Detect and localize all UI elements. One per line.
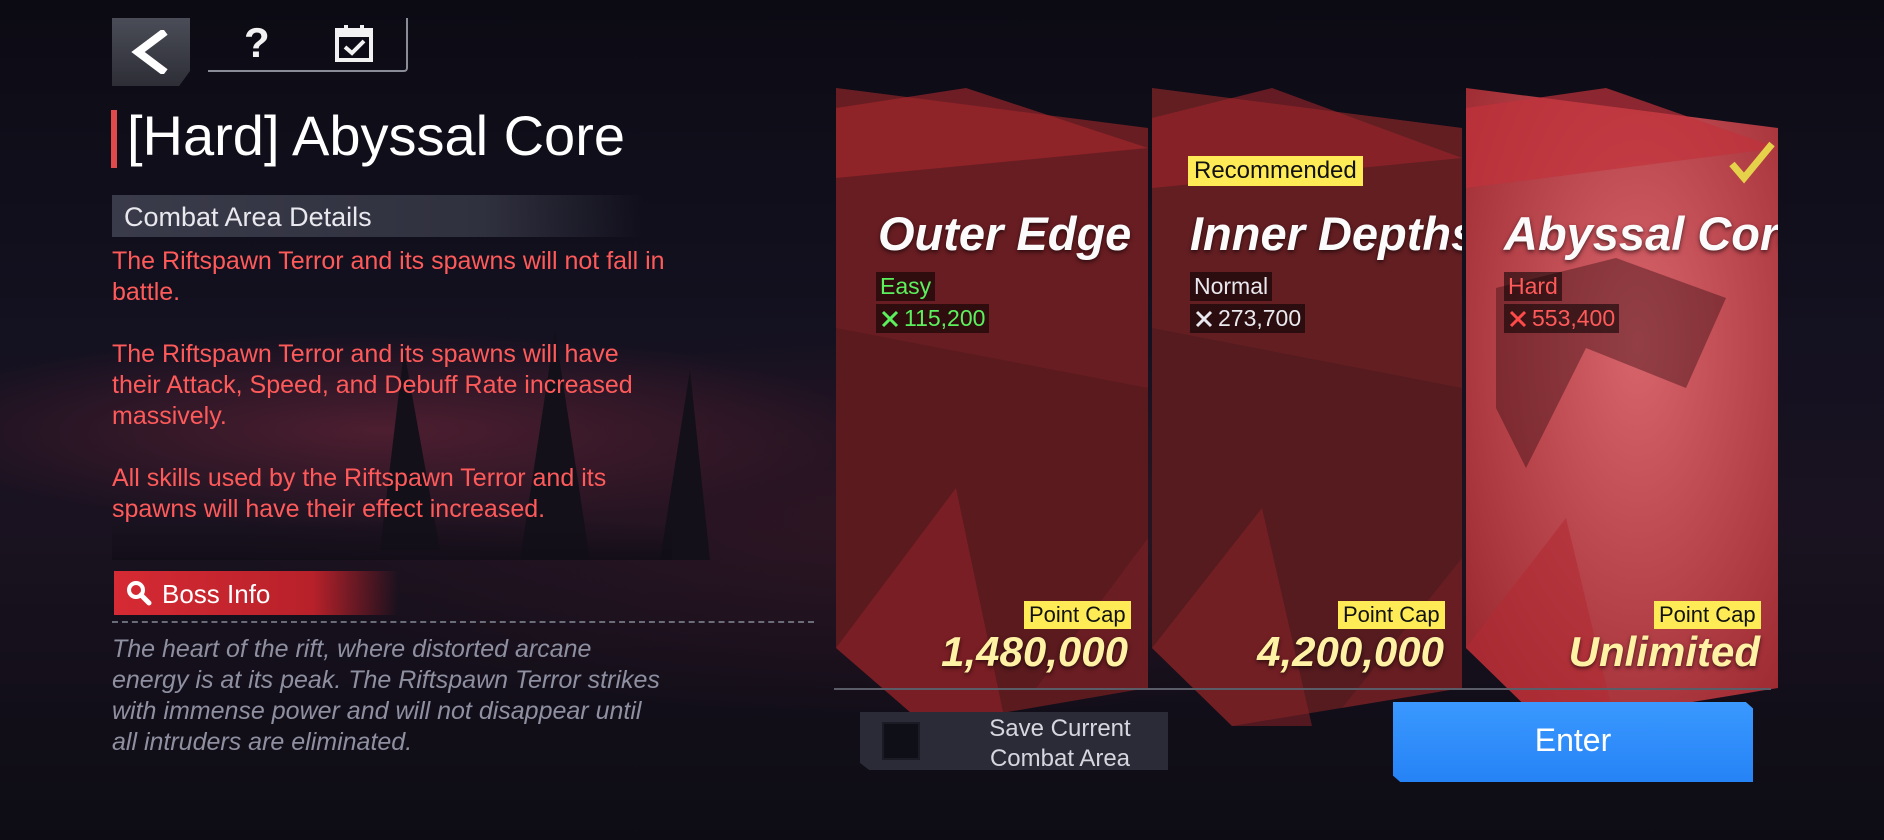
search-icon	[127, 581, 152, 606]
top-nav-group: ?	[208, 18, 408, 72]
boss-info-button[interactable]: Boss Info	[114, 571, 398, 615]
enter-button[interactable]: Enter	[1393, 702, 1753, 782]
point-cap-label: Point Cap	[1654, 601, 1761, 629]
save-label: Save Current Combat Area	[989, 715, 1131, 772]
crossed-swords-icon	[881, 310, 899, 328]
boss-description: The heart of the rift, where distorted a…	[112, 635, 660, 756]
back-button[interactable]	[112, 18, 190, 86]
calendar-check-icon[interactable]	[334, 24, 374, 64]
detail-paragraph: The Riftspawn Terror and its spawns will…	[112, 340, 633, 430]
recommended-power: 115,200	[876, 304, 990, 333]
difficulty-label: Normal	[1190, 272, 1273, 301]
crossed-swords-icon	[1195, 310, 1213, 328]
recommended-power: 273,700	[1190, 304, 1306, 333]
point-cap-value: Unlimited	[1568, 628, 1760, 675]
card-title: Abyssal Core	[1504, 207, 1778, 260]
back-arrow-icon	[131, 30, 168, 74]
enter-label: Enter	[1534, 722, 1612, 758]
divider	[112, 621, 814, 623]
power-value: 273,700	[1218, 305, 1302, 331]
save-checkbox[interactable]	[882, 722, 920, 760]
title-accent-bar	[111, 110, 117, 168]
save-combat-area-toggle[interactable]: Save Current Combat Area	[860, 712, 1168, 770]
difficulty-label: Easy	[876, 272, 936, 301]
combat-area-details-text[interactable]: The Riftspawn Terror and its spawns will…	[112, 246, 672, 560]
point-cap-label: Point Cap	[1338, 601, 1445, 629]
recommended-power: 553,400	[1504, 304, 1620, 333]
detail-paragraph: All skills used by the Riftspawn Terror …	[112, 464, 607, 523]
crossed-swords-icon	[1509, 310, 1527, 328]
detail-paragraph: The Riftspawn Terror and its spawns will…	[112, 247, 665, 306]
power-value: 115,200	[904, 305, 986, 331]
card-title: Outer Edge	[878, 207, 1132, 260]
help-icon[interactable]: ?	[244, 20, 270, 66]
boss-info-label: Boss Info	[162, 579, 271, 609]
point-cap-value: 1,480,000	[941, 628, 1128, 675]
combat-area-details-header: Combat Area Details	[112, 195, 642, 237]
difficulty-label: Hard	[1504, 272, 1562, 301]
point-cap-value: 4,200,000	[1257, 628, 1444, 675]
recommended-badge: Recommended	[1188, 156, 1363, 186]
bottom-divider	[834, 688, 1771, 690]
area-card-abyssal-core[interactable]: Abyssal Core Hard 553,400 Point Cap Unli…	[1466, 88, 1778, 726]
scroll-fade	[112, 520, 672, 560]
power-value: 553,400	[1532, 305, 1616, 331]
page-title: [Hard] Abyssal Core	[127, 104, 625, 167]
area-card-inner-depths[interactable]: Recommended Inner Depths Normal 273,700 …	[1152, 88, 1462, 726]
card-title: Inner Depths	[1190, 207, 1462, 260]
section-header-label: Combat Area Details	[124, 202, 372, 232]
selected-check-icon	[1729, 141, 1775, 184]
area-card-outer-edge[interactable]: Outer Edge Easy 115,200 Point Cap 1,480,…	[836, 88, 1148, 726]
point-cap-label: Point Cap	[1024, 601, 1131, 629]
